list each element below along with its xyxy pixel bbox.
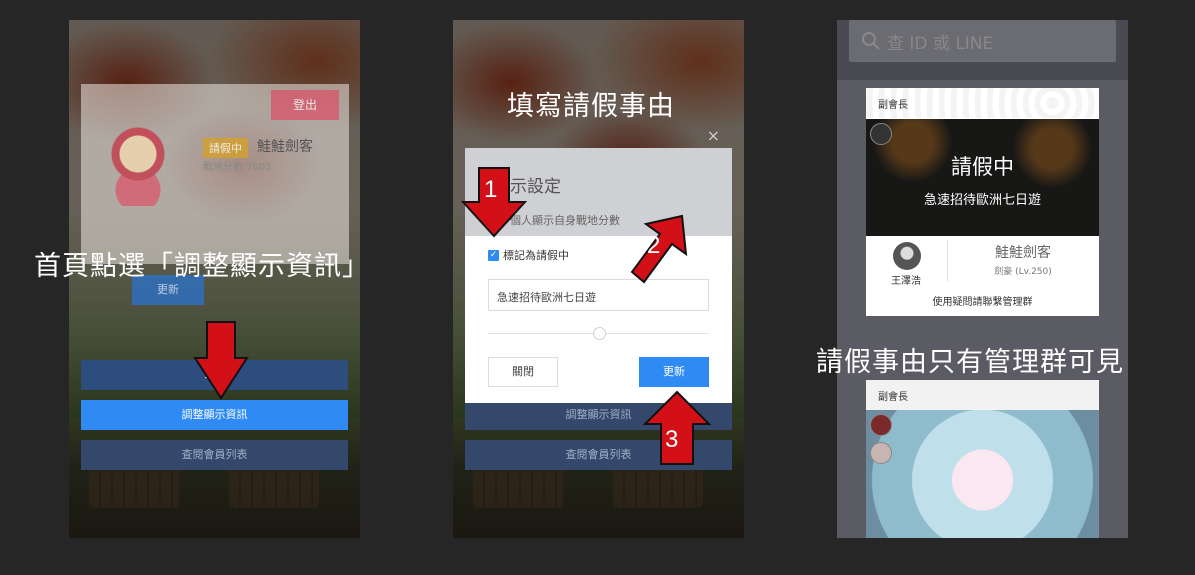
character-name: 鮭鮭劍客 xyxy=(257,139,313,155)
rank-icon xyxy=(870,123,892,145)
contact-note: 使用疑問請聯繫管理群 xyxy=(932,297,1033,308)
update-button[interactable]: 更新 xyxy=(639,357,709,387)
menu-adjust-display[interactable]: 調整顯示資訊 xyxy=(81,400,348,430)
member-card[interactable]: 副會長 請假中 急速招待歐洲七日遊 王澤浩 鮭鮭劍客 劍豪 (Lv.250) 使… xyxy=(866,88,1099,316)
search-icon xyxy=(862,32,880,50)
leave-banner: 請假中 急速招待歐洲七日遊 xyxy=(866,119,1099,236)
checkbox-label: 標記為請假中 xyxy=(503,249,569,262)
role-label: 副會長 xyxy=(866,88,1099,118)
arrow-down-icon xyxy=(193,321,249,400)
caption-step3: 請假事由只有管理群可見 xyxy=(816,347,1124,378)
step2-number: 2 xyxy=(647,232,661,259)
leave-reason-text: 急速招待歐洲七日遊 xyxy=(923,193,1041,208)
checkbox-checked-icon[interactable]: ✓ xyxy=(488,249,499,261)
caption-step2: 填寫請假事由 xyxy=(507,91,675,122)
character-avatar xyxy=(103,126,173,206)
character-name: 鮭鮭劍客 xyxy=(995,245,1051,261)
caption-step1: 首頁點選「調整顯示資訊」 xyxy=(34,251,370,282)
close-icon[interactable]: × xyxy=(707,126,720,145)
character-artwork xyxy=(866,410,1099,538)
slider-knob[interactable] xyxy=(593,327,606,340)
screenshot-member-list: 查 ID 或 LINE 副會長 請假中 急速招待歐洲七日遊 王澤浩 鮭鮭劍客 劍… xyxy=(837,20,1128,538)
profile-card: 登出 請假中 鮭鮭劍客 戰地分數 7605 xyxy=(81,84,349,264)
step3-number: 3 xyxy=(665,426,679,453)
score-value: 7605 xyxy=(246,162,272,173)
rank-icon xyxy=(870,442,892,464)
character-job: 劍豪 (Lv.250) xyxy=(994,267,1052,277)
score-label: 戰地分數 xyxy=(203,162,243,173)
rank-icon xyxy=(870,414,892,436)
status-badge: 請假中 xyxy=(203,138,248,158)
leave-checkbox-row[interactable]: ✓ 標記為請假中 xyxy=(488,247,569,263)
search-field[interactable]: 查 ID 或 LINE xyxy=(849,20,1116,62)
member-info: 王澤浩 鮭鮭劍客 劍豪 (Lv.250) 使用疑問請聯繫管理群 xyxy=(866,236,1099,316)
score-line: 戰地分數 7605 xyxy=(203,158,272,173)
logout-button[interactable]: 登出 xyxy=(271,90,339,120)
menu-member-list[interactable]: 查閱會員列表 xyxy=(81,440,348,470)
member-card[interactable]: 副會長 xyxy=(866,380,1099,538)
owner-name: 王澤浩 xyxy=(891,276,921,287)
step1-number: 1 xyxy=(484,176,498,203)
search-placeholder: 查 ID 或 LINE xyxy=(887,33,994,54)
role-label: 副會長 xyxy=(866,380,1099,410)
leave-status-title: 請假中 xyxy=(951,155,1014,179)
close-button[interactable]: 關閉 xyxy=(488,357,558,387)
owner-avatar xyxy=(893,242,921,270)
